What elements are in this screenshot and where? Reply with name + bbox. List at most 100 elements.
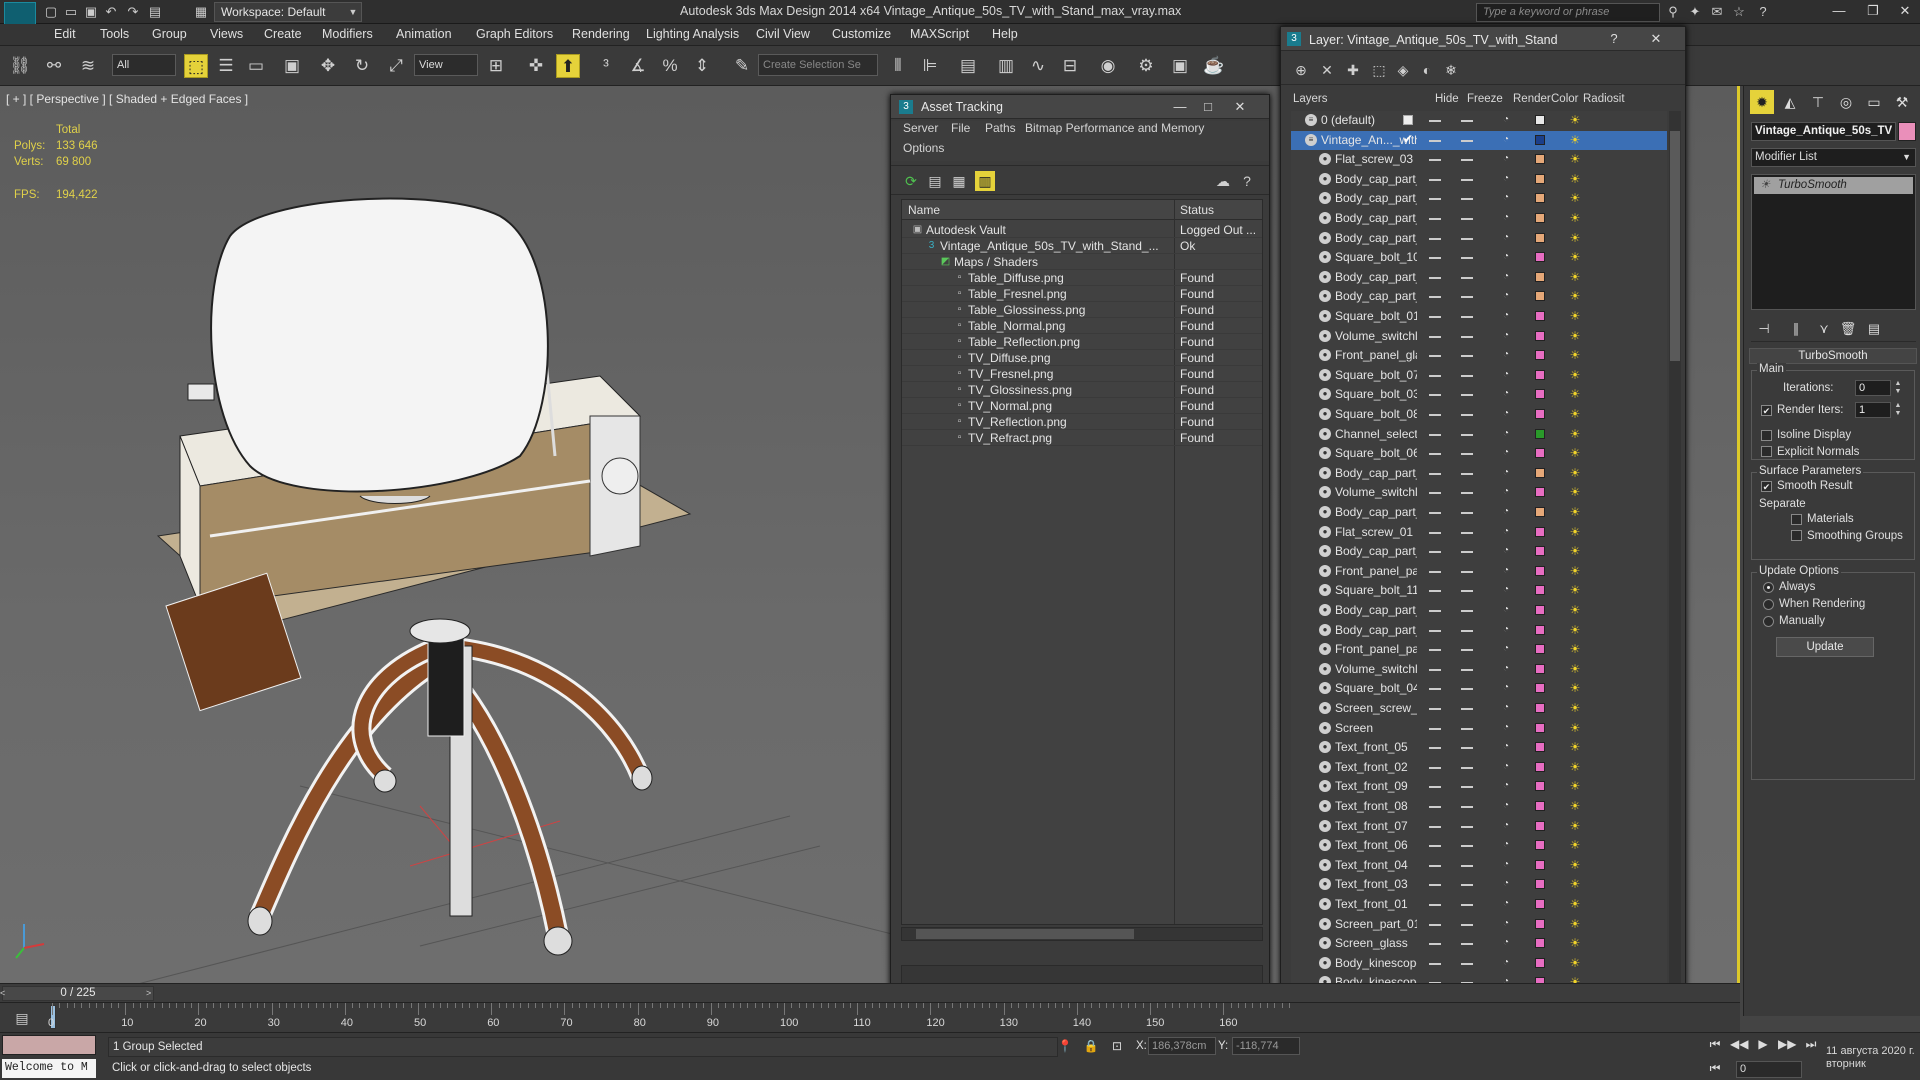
radiosity-toggle-icon[interactable]: ☀ — [1567, 445, 1583, 461]
layer-item-name[interactable]: Body_cap_part_ — [1335, 211, 1417, 225]
selection-filter-dropdown[interactable]: All — [112, 54, 176, 76]
new-file-icon[interactable]: ▢ — [42, 3, 60, 21]
radiosity-toggle-icon[interactable]: ☀ — [1567, 308, 1583, 324]
layer-color-swatch[interactable] — [1535, 291, 1545, 302]
angle-snap-icon[interactable]: ∡ — [626, 54, 650, 78]
layer-color-swatch[interactable] — [1535, 330, 1545, 341]
refresh-icon[interactable]: ⟳ — [901, 171, 921, 191]
layer-color-swatch[interactable] — [1535, 232, 1545, 243]
hide-toggle[interactable] — [1429, 296, 1441, 299]
list-view-icon[interactable]: ▤ — [925, 171, 945, 191]
spinner-arrows-icon[interactable]: ▲ ▼ — [1893, 380, 1903, 396]
render-toggle-icon[interactable]: ◔ — [1499, 878, 1513, 890]
layer-row[interactable]: ≡ Vintage_An..._with ✔ ◔ ☀ — [1291, 130, 1667, 151]
highlight-layers-icon[interactable]: ◈ — [1393, 60, 1413, 80]
asset-row[interactable]: ▫ TV_Reflection.png Found — [902, 414, 1262, 430]
object-row[interactable]: ● Body_cap_part_ ◔ ☀ — [1291, 601, 1667, 621]
menu-group[interactable]: Group — [152, 27, 187, 41]
layer-item-name[interactable]: Text_front_07 — [1335, 819, 1417, 833]
layer-color-swatch[interactable] — [1535, 820, 1545, 831]
freeze-toggle[interactable] — [1461, 806, 1473, 808]
link-icon[interactable]: ⛓ — [8, 54, 32, 78]
render-toggle-icon[interactable]: ◔ — [1499, 212, 1513, 224]
render-toggle-icon[interactable]: ◔ — [1499, 761, 1513, 773]
maximize-button[interactable]: ❐ — [1856, 0, 1890, 22]
column-freeze[interactable]: Freeze — [1467, 93, 1503, 105]
asset-row[interactable]: ▫ Table_Reflection.png Found — [902, 334, 1262, 350]
object-row[interactable]: ● Flat_screw_03 ◔ ☀ — [1291, 150, 1667, 170]
freeze-toggle[interactable] — [1461, 688, 1473, 691]
select-by-name-icon[interactable]: ☰ — [214, 54, 238, 78]
object-row[interactable]: ● Body_cap_part_ ◔ ☀ — [1291, 503, 1667, 523]
create-tab-icon[interactable]: ✹ — [1750, 90, 1774, 114]
freeze-toggle[interactable] — [1461, 943, 1473, 946]
freeze-toggle[interactable] — [1461, 355, 1473, 358]
rectangular-selection-icon[interactable]: ▭ — [244, 54, 268, 78]
object-row[interactable]: ● Body_kinescope_ ◔ ☀ — [1291, 954, 1667, 974]
menu-modifiers[interactable]: Modifiers — [322, 27, 373, 41]
hide-toggle[interactable] — [1429, 904, 1441, 906]
close-button[interactable]: ✕ — [1888, 0, 1920, 22]
modify-tab-icon[interactable]: ◭ — [1778, 90, 1802, 114]
maxscript-mini-listener[interactable]: Welcome to M — [2, 1059, 96, 1078]
render-toggle-icon[interactable]: ◔ — [1499, 741, 1513, 753]
layer-item-name[interactable]: Volume_switchl_ — [1335, 485, 1417, 499]
keyboard-shortcut-override-icon[interactable]: ⬆ — [556, 54, 580, 78]
hide-toggle[interactable] — [1429, 610, 1441, 612]
motion-tab-icon[interactable]: ◎ — [1834, 90, 1858, 114]
make-unique-icon[interactable]: ⋎ — [1813, 318, 1835, 340]
update-button[interactable]: Update — [1776, 637, 1874, 657]
render-toggle-icon[interactable]: ◔ — [1499, 722, 1513, 734]
object-row[interactable]: ● Square_bolt_10 ◔ ☀ — [1291, 248, 1667, 268]
menu-rendering[interactable]: Rendering — [572, 27, 630, 41]
radiosity-toggle-icon[interactable]: ☀ — [1567, 700, 1583, 716]
object-row[interactable]: ● Text_front_02 ◔ ☀ — [1291, 758, 1667, 778]
hide-toggle[interactable] — [1429, 708, 1441, 710]
open-mini-curve-editor-icon[interactable]: ▤ — [4, 1007, 40, 1029]
hide-toggle[interactable] — [1429, 649, 1441, 652]
layer-item-name[interactable]: Body_cap_part_ — [1335, 270, 1417, 284]
render-toggle-icon[interactable]: ◔ — [1499, 290, 1513, 302]
asset-row[interactable]: ▫ TV_Normal.png Found — [902, 398, 1262, 414]
project-folder-icon[interactable]: ▤ — [146, 3, 164, 21]
radiosity-toggle-icon[interactable]: ☀ — [1567, 524, 1583, 540]
render-toggle-icon[interactable]: ◔ — [1499, 624, 1513, 636]
object-row[interactable]: ● Screen_part_01 ◔ ☀ — [1291, 915, 1667, 935]
materials-checkbox[interactable] — [1791, 514, 1802, 525]
render-toggle-icon[interactable]: ◔ — [1499, 780, 1513, 792]
hide-toggle[interactable] — [1429, 394, 1441, 397]
hide-toggle[interactable] — [1429, 178, 1441, 181]
bind-spacewarp-icon[interactable]: ≋ — [76, 54, 100, 78]
layer-item-name[interactable]: Text_front_05 — [1335, 740, 1417, 754]
render-toggle-icon[interactable]: ◔ — [1499, 545, 1513, 557]
freeze-toggle[interactable] — [1461, 786, 1473, 789]
radiosity-toggle-icon[interactable]: ☀ — [1567, 876, 1583, 892]
render-toggle-icon[interactable]: ◔ — [1499, 859, 1513, 871]
layer-item-name[interactable]: Body_cap_part_ — [1335, 231, 1417, 245]
layer-color-swatch[interactable] — [1535, 899, 1545, 909]
layer-item-name[interactable]: Text_front_06 — [1335, 838, 1417, 852]
render-toggle-icon[interactable]: ◔ — [1499, 369, 1513, 381]
layer-color-swatch[interactable] — [1535, 115, 1545, 125]
column-name[interactable]: Name — [908, 203, 940, 217]
explicit-normals-checkbox[interactable] — [1761, 446, 1772, 457]
render-toggle-icon[interactable]: ◔ — [1499, 937, 1513, 949]
layer-item-name[interactable]: Square_bolt_08 — [1335, 407, 1417, 421]
manually-radio[interactable] — [1763, 616, 1774, 627]
object-row[interactable]: ● Front_panel_par ◔ ☀ — [1291, 562, 1667, 582]
edit-named-selection-icon[interactable]: ✎ — [730, 54, 754, 78]
render-toggle-icon[interactable]: ◔ — [1499, 447, 1513, 459]
asset-row[interactable]: ▫ TV_Diffuse.png Found — [902, 350, 1262, 366]
layer-color-swatch[interactable] — [1535, 879, 1545, 890]
layer-item-name[interactable]: Front_panel_glas — [1335, 348, 1417, 362]
hierarchy-tab-icon[interactable]: ⊤ — [1806, 90, 1830, 114]
minimize-button[interactable]: — — [1822, 0, 1856, 22]
layer-color-swatch[interactable] — [1535, 487, 1545, 498]
hide-toggle[interactable] — [1429, 570, 1441, 573]
object-row[interactable]: ● Square_bolt_03 ◔ ☀ — [1291, 385, 1667, 405]
freeze-toggle[interactable] — [1461, 394, 1473, 397]
unlink-icon[interactable]: ⚯ — [42, 54, 66, 78]
show-end-result-icon[interactable]: ∥ — [1785, 318, 1807, 340]
object-row[interactable]: ● Body_cap_part_ ◔ ☀ — [1291, 229, 1667, 249]
layer-item-name[interactable]: Square_bolt_11 — [1335, 583, 1417, 597]
